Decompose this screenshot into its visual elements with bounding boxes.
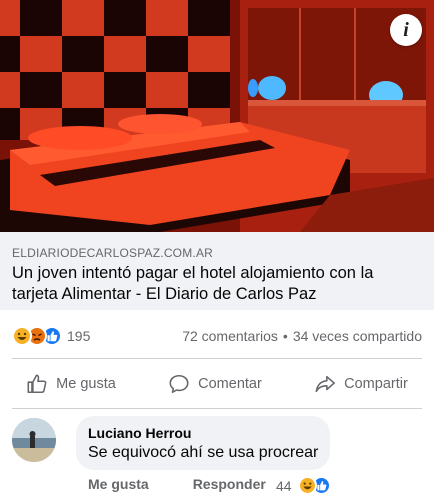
comment-reply-link[interactable]: Responder: [193, 476, 266, 492]
hotel-room-photo: [0, 0, 434, 232]
info-button[interactable]: i: [390, 14, 422, 46]
comment-reaction-count: 44: [276, 477, 292, 494]
comment-like-link[interactable]: Me gusta: [88, 476, 149, 492]
comment-reactions[interactable]: 44: [276, 476, 331, 495]
thumbs-up-icon: [27, 374, 47, 394]
comment-author[interactable]: Luciano Herrou: [88, 425, 318, 441]
link-preview[interactable]: ELDIARIODECARLOSPAZ.COM.AR Un joven inte…: [0, 232, 434, 310]
engagement-counts: 72 comentarios • 34 veces compartido: [182, 328, 422, 344]
divider-bottom: [12, 408, 422, 409]
comment-bubble-icon: [169, 374, 189, 394]
divider-top: [12, 358, 422, 359]
separator-dot: •: [282, 328, 288, 344]
share-arrow-icon: [315, 375, 336, 393]
haha-reaction-icon: [297, 476, 317, 495]
link-headline[interactable]: Un joven intentó pagar el hotel alojamie…: [12, 263, 422, 305]
post-stats: 195 72 comentarios • 34 veces compartido: [0, 316, 434, 356]
like-button[interactable]: Me gusta: [16, 367, 126, 401]
like-button-label: Me gusta: [56, 376, 116, 392]
comment-text: Se equivocó ahí se usa procrear: [88, 444, 319, 461]
post-image[interactable]: i: [0, 0, 434, 232]
comment-reaction-icons: [297, 476, 331, 495]
shares-count-link[interactable]: 34 veces compartido: [293, 328, 422, 344]
haha-reaction-icon: [12, 326, 32, 346]
comment-button[interactable]: Comentar: [158, 367, 272, 401]
link-domain: ELDIARIODECARLOSPAZ.COM.AR: [12, 246, 214, 260]
reaction-count: 195: [67, 328, 91, 344]
post-actions: Me gusta Comentar Compartir: [0, 362, 434, 406]
comment-button-label: Comentar: [198, 376, 262, 392]
reactions-summary[interactable]: 195: [12, 326, 90, 346]
comment-bubble: Luciano Herrou Se equivocó ahí se usa pr…: [76, 416, 331, 470]
share-button-label: Compartir: [344, 376, 408, 392]
comments-count-link[interactable]: 72 comentarios: [182, 328, 278, 344]
share-button[interactable]: Compartir: [304, 367, 418, 401]
info-icon: i: [403, 18, 409, 41]
commenter-avatar[interactable]: [12, 418, 56, 462]
reaction-icons: [12, 326, 62, 346]
comment-actions: Me gusta Responder: [76, 476, 396, 492]
